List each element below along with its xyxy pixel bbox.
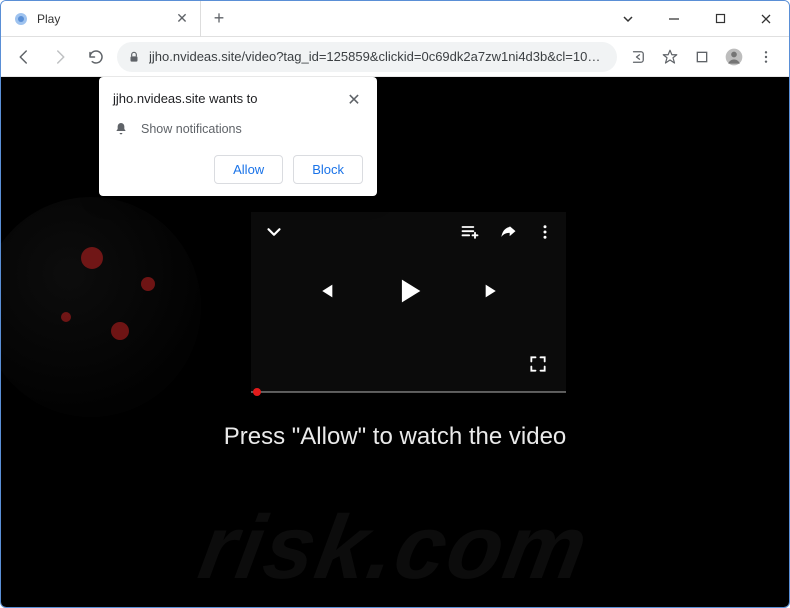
lock-icon [127, 50, 141, 64]
bookmark-star-icon[interactable] [655, 42, 685, 72]
page-caption: Press "Allow" to watch the video [1, 423, 789, 451]
block-button[interactable]: Block [293, 155, 363, 184]
playlist-add-icon[interactable] [460, 222, 480, 242]
skip-next-icon[interactable] [482, 280, 504, 302]
more-vert-icon[interactable] [536, 223, 554, 241]
share-arrow-icon[interactable] [498, 222, 518, 242]
watermark-dot-icon [141, 277, 155, 291]
forward-button[interactable] [45, 42, 75, 72]
fullscreen-icon[interactable] [528, 354, 548, 374]
browser-menu-icon[interactable] [751, 42, 781, 72]
browser-toolbar: jjho.nvideas.site/video?tag_id=125859&cl… [1, 37, 789, 77]
play-icon[interactable] [392, 274, 426, 308]
permission-request-label: Show notifications [141, 122, 242, 136]
new-tab-button[interactable]: + [205, 5, 233, 33]
close-icon[interactable]: ✕ [345, 91, 363, 109]
allow-button[interactable]: Allow [214, 155, 283, 184]
window-maximize-button[interactable] [697, 1, 743, 37]
profile-avatar-icon[interactable] [719, 42, 749, 72]
progress-bar[interactable] [251, 388, 566, 396]
watermark-dot-icon [61, 312, 71, 322]
watermark-dot-icon [81, 247, 103, 269]
watermark-circle-icon [1, 197, 201, 417]
back-button[interactable] [9, 42, 39, 72]
window-close-button[interactable] [743, 1, 789, 37]
tab-close-icon[interactable]: ✕ [174, 11, 190, 27]
tab-title: Play [37, 12, 166, 26]
browser-tab[interactable]: Play ✕ [1, 1, 201, 37]
skip-previous-icon[interactable] [314, 280, 336, 302]
notification-permission-popup: jjho.nvideas.site wants to ✕ Show notifi… [99, 77, 377, 196]
progress-thumb-icon[interactable] [253, 388, 261, 396]
watermark-dot-icon [111, 322, 129, 340]
url-text: jjho.nvideas.site/video?tag_id=125859&cl… [149, 49, 607, 64]
window-titlebar: Play ✕ + [1, 1, 789, 37]
bell-icon [113, 121, 129, 137]
page-content: PC risk.com jjho.nvideas.site wants to ✕… [1, 77, 789, 607]
share-icon[interactable] [623, 42, 653, 72]
window-minimize-button[interactable] [651, 1, 697, 37]
reload-button[interactable] [81, 42, 111, 72]
video-player [251, 212, 566, 392]
chevron-down-icon[interactable] [605, 12, 651, 26]
watermark-text: risk.com [192, 497, 596, 600]
address-bar[interactable]: jjho.nvideas.site/video?tag_id=125859&cl… [117, 42, 617, 72]
chevron-down-icon[interactable] [263, 221, 285, 243]
tab-favicon-icon [13, 11, 29, 27]
permission-title: jjho.nvideas.site wants to [113, 91, 345, 106]
extensions-icon[interactable] [687, 42, 717, 72]
